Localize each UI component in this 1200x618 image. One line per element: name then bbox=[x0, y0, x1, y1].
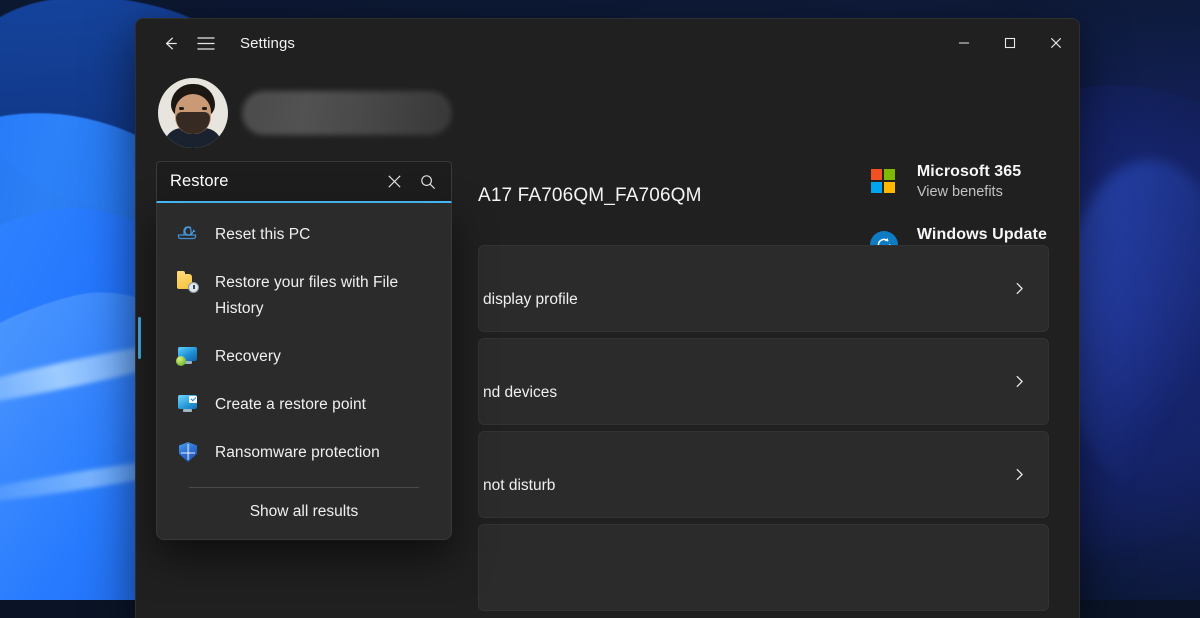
sidebar: Restore bbox=[136, 67, 472, 618]
chevron-right-icon bbox=[1013, 282, 1026, 295]
microsoft-365-link[interactable]: Microsoft 365 View benefits bbox=[868, 163, 1047, 200]
file-history-icon bbox=[177, 271, 199, 293]
reset-pc-icon bbox=[177, 223, 199, 245]
minimize-button[interactable] bbox=[941, 19, 987, 67]
search-input-value[interactable]: Restore bbox=[170, 172, 377, 191]
search-icon[interactable] bbox=[411, 166, 445, 198]
search-result-label: Create a restore point bbox=[215, 392, 366, 418]
settings-window: Settings bbox=[135, 18, 1080, 618]
account-row[interactable] bbox=[156, 67, 452, 161]
microsoft-logo-icon bbox=[868, 166, 900, 198]
search-result-item[interactable]: Recovery bbox=[157, 333, 451, 381]
search-result-label: Recovery bbox=[215, 344, 281, 370]
window-body: Restore bbox=[136, 67, 1079, 618]
back-arrow-icon[interactable] bbox=[152, 27, 188, 59]
page-title: Settings bbox=[240, 35, 295, 52]
search-area: Restore bbox=[156, 161, 452, 203]
settings-card-label: not disturb bbox=[479, 477, 1013, 495]
search-result-label: Reset this PC bbox=[215, 222, 310, 248]
close-button[interactable] bbox=[1033, 19, 1079, 67]
settings-cards: display profile nd devices bbox=[478, 245, 1049, 611]
windows-update-title: Windows Update bbox=[917, 226, 1047, 244]
close-icon[interactable] bbox=[377, 166, 411, 198]
create-restore-point-icon bbox=[177, 393, 199, 415]
search-input[interactable]: Restore bbox=[156, 161, 452, 203]
avatar[interactable] bbox=[158, 78, 228, 148]
settings-card-do-not-disturb[interactable]: not disturb bbox=[478, 431, 1049, 518]
settings-card-display[interactable]: display profile bbox=[478, 245, 1049, 332]
search-result-item[interactable]: Reset this PC bbox=[157, 211, 451, 259]
search-result-item[interactable]: Restore your files with File History bbox=[157, 259, 451, 333]
hamburger-menu-icon[interactable] bbox=[188, 27, 224, 59]
search-result-item[interactable]: Create a restore point bbox=[157, 381, 451, 429]
device-name: A17 FA706QM_FA706QM bbox=[478, 157, 702, 207]
window-controls bbox=[941, 19, 1079, 67]
settings-card-label: nd devices bbox=[479, 384, 1013, 402]
account-name-redacted bbox=[242, 91, 452, 135]
settings-card-label: display profile bbox=[479, 291, 1013, 309]
chevron-right-icon bbox=[1013, 468, 1026, 481]
search-result-label: Restore your files with File History bbox=[215, 270, 435, 322]
search-results-flyout: Reset this PC Restore your files with Fi… bbox=[156, 203, 452, 540]
microsoft-365-title: Microsoft 365 bbox=[917, 163, 1021, 181]
content-pane: A17 FA706QM_FA706QM Microsoft 365 View b… bbox=[472, 67, 1079, 618]
chevron-right-icon bbox=[1013, 375, 1026, 388]
recovery-monitor-icon bbox=[177, 345, 199, 367]
search-result-label: Ransomware protection bbox=[215, 440, 380, 466]
settings-card-devices[interactable]: nd devices bbox=[478, 338, 1049, 425]
title-bar: Settings bbox=[136, 19, 1079, 67]
shield-icon bbox=[177, 441, 199, 463]
maximize-button[interactable] bbox=[987, 19, 1033, 67]
results-divider bbox=[189, 487, 419, 488]
nav-selection-accent bbox=[138, 317, 141, 359]
settings-card-partial[interactable] bbox=[478, 524, 1049, 611]
device-header: A17 FA706QM_FA706QM Microsoft 365 View b… bbox=[478, 75, 1049, 245]
show-all-results-button[interactable]: Show all results bbox=[157, 492, 451, 529]
search-result-item[interactable]: Ransomware protection bbox=[157, 429, 451, 477]
microsoft-365-subtitle: View benefits bbox=[917, 184, 1021, 200]
